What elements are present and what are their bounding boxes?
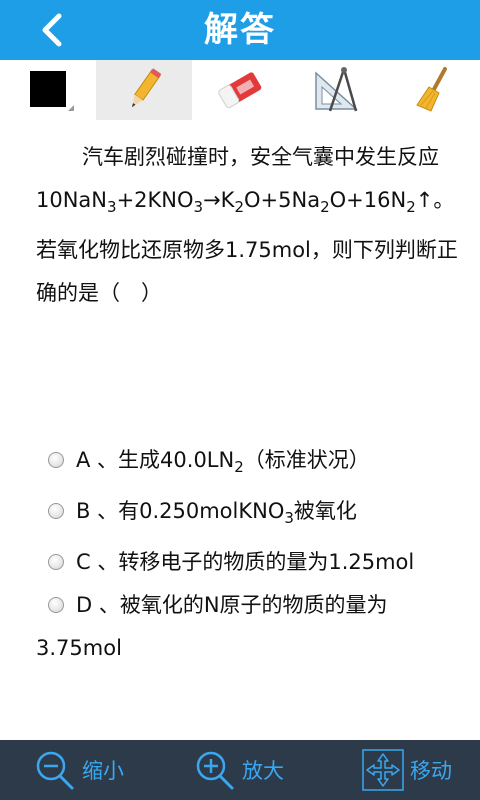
question-text: 汽车剧烈碰撞时，安全气囊中发生反应 10NaN3+2KNO3→K2O+5Na2O… (36, 136, 466, 315)
question-line-1: 汽车剧烈碰撞时，安全气囊中发生反应 (82, 145, 439, 169)
radio-button-d[interactable] (48, 597, 64, 613)
zoom-out-button[interactable]: 缩小 (34, 740, 124, 800)
pencil-icon (131, 68, 162, 108)
eraser-icon (218, 72, 262, 109)
color-swatch-icon (30, 71, 74, 111)
radio-button-c[interactable] (48, 554, 64, 570)
header-bar: 解答 (0, 0, 480, 60)
option-b[interactable]: B 、有0.250molKNO3被氧化 (36, 490, 466, 540)
move-icon (362, 749, 404, 791)
eraser-tool[interactable] (192, 60, 288, 120)
drawing-toolbar (0, 60, 480, 120)
radio-button-b[interactable] (48, 503, 64, 519)
question-line-3: 若氧化物比还原物多1.75mol，则下列判断正确的是（ ） (36, 238, 458, 305)
option-c[interactable]: C 、转移电子的物质的量为1.25mol (36, 541, 466, 584)
chevron-left-icon (42, 13, 62, 47)
back-button[interactable] (30, 8, 74, 52)
option-a[interactable]: A 、生成40.0LN2（标准状况） (36, 439, 466, 489)
color-picker-tool[interactable] (0, 60, 96, 120)
zoom-in-icon (196, 751, 234, 790)
broom-icon (416, 67, 447, 112)
option-d[interactable]: D 、被氧化的N原子的物质的量为 3.75mol (36, 584, 466, 670)
ruler-compass-tool[interactable] (288, 60, 384, 120)
zoom-in-button[interactable]: 放大 (194, 740, 284, 800)
question-equation: 10NaN3+2KNO3→K2O+5Na2O+16N2↑。 (36, 188, 455, 216)
broom-tool[interactable] (384, 60, 480, 120)
move-button[interactable]: 移动 (362, 740, 452, 800)
bottom-toolbar: 缩小 放大 移动 (0, 740, 480, 800)
pencil-tool[interactable] (96, 60, 192, 120)
ruler-compass-icon (315, 67, 358, 112)
zoom-out-icon (36, 751, 74, 790)
radio-button-a[interactable] (48, 452, 64, 468)
